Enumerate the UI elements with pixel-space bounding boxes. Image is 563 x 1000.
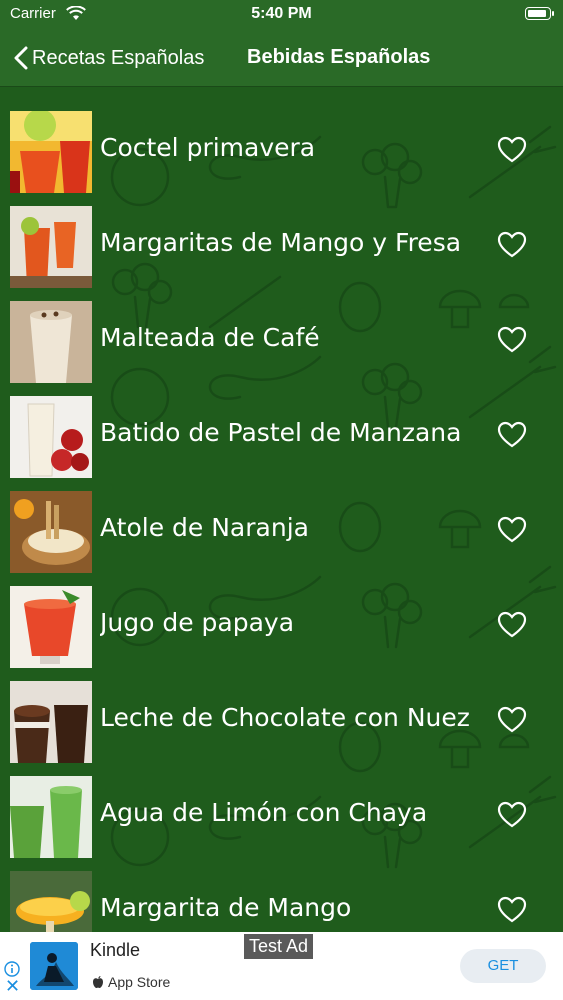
favorite-heart-icon[interactable] [497, 326, 527, 354]
recipe-thumbnail [10, 301, 92, 383]
recipe-thumbnail [10, 776, 92, 858]
recipe-list: Coctel primavera Margaritas de Mango y F… [0, 107, 563, 932]
page-title: Bebidas Españolas [247, 46, 431, 68]
recipe-row[interactable]: Jugo de papaya [0, 582, 563, 677]
apple-icon [93, 976, 103, 988]
recipe-row[interactable]: Agua de Limón con Chaya [0, 772, 563, 867]
ad-get-button[interactable]: GET [460, 949, 546, 983]
recipe-title: Coctel primavera [100, 133, 316, 162]
recipe-title: Malteada de Café [100, 323, 320, 352]
recipe-thumbnail [10, 871, 92, 932]
recipe-row[interactable]: Malteada de Café [0, 297, 563, 392]
ad-info-icon[interactable] [4, 961, 20, 977]
recipe-title: Atole de Naranja [100, 513, 309, 542]
recipe-title: Agua de Limón con Chaya [100, 798, 428, 827]
back-button-label: Recetas Españolas [32, 46, 205, 69]
recipe-thumbnail [10, 681, 92, 763]
favorite-heart-icon[interactable] [497, 136, 527, 164]
recipe-row[interactable]: Atole de Naranja [0, 487, 563, 582]
navigation-bar: Recetas Españolas Bebidas Españolas [0, 30, 563, 87]
clock: 5:40 PM [251, 5, 312, 22]
recipe-title: Margaritas de Mango y Fresa [100, 228, 462, 257]
back-button[interactable]: Recetas Españolas [14, 40, 204, 76]
recipe-title: Jugo de papaya [100, 608, 295, 637]
ad-store-label: App Store [92, 974, 170, 990]
recipe-title: Batido de Pastel de Manzana [100, 418, 462, 447]
recipe-thumbnail [10, 206, 92, 288]
recipe-thumbnail [10, 491, 92, 573]
recipe-list-container[interactable]: Coctel primavera Margaritas de Mango y F… [0, 87, 563, 932]
status-bar: Carrier 5:40 PM [0, 0, 563, 30]
ad-close-button[interactable]: ✕ [5, 978, 20, 996]
recipe-row[interactable]: Batido de Pastel de Manzana [0, 392, 563, 487]
recipe-thumbnail [10, 396, 92, 478]
recipe-row[interactable]: Leche de Chocolate con Nuez [0, 677, 563, 772]
ad-app-name: Kindle [90, 940, 141, 960]
favorite-heart-icon[interactable] [497, 611, 527, 639]
recipe-row[interactable]: Margaritas de Mango y Fresa [0, 202, 563, 297]
recipe-row[interactable]: Margarita de Mango [0, 867, 563, 932]
recipe-thumbnail [10, 586, 92, 668]
favorite-heart-icon[interactable] [497, 706, 527, 734]
test-ad-label: Test Ad [244, 934, 314, 959]
favorite-heart-icon[interactable] [497, 896, 527, 924]
recipe-thumbnail [10, 111, 92, 193]
battery-icon [525, 7, 554, 20]
favorite-heart-icon[interactable] [497, 231, 527, 259]
recipe-title: Leche de Chocolate con Nuez [100, 703, 470, 732]
chevron-left-icon [14, 46, 28, 70]
recipe-title: Margarita de Mango [100, 893, 352, 922]
recipe-row[interactable]: Coctel primavera [0, 107, 563, 202]
ad-store-text: App Store [108, 974, 171, 990]
kindle-app-icon[interactable] [30, 942, 78, 990]
favorite-heart-icon[interactable] [497, 516, 527, 544]
favorite-heart-icon[interactable] [497, 421, 527, 449]
ad-banner[interactable]: ✕ Kindle App Store Test Ad GET [0, 932, 563, 1000]
favorite-heart-icon[interactable] [497, 801, 527, 829]
